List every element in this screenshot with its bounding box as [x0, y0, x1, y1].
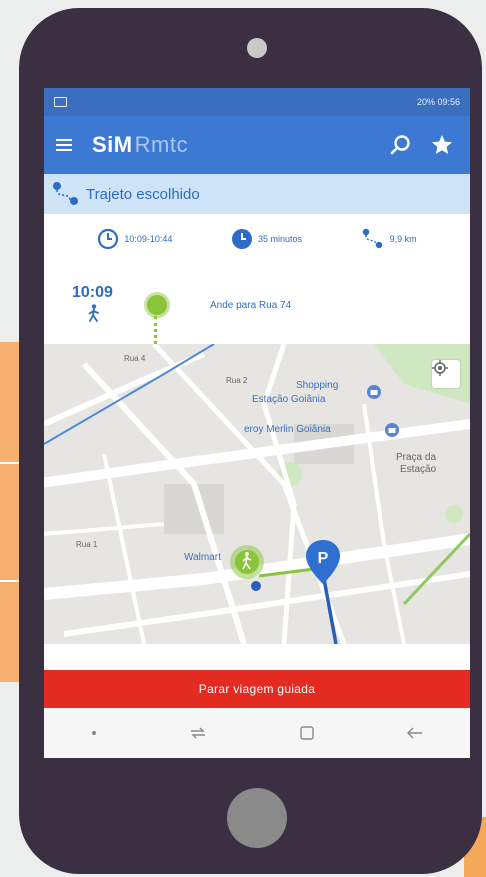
crosshair-icon: [432, 360, 448, 376]
map-label-rua-2: Rua 2: [226, 376, 248, 385]
step-marker: [144, 292, 170, 318]
step-instruction: Ande para Rua 74: [210, 300, 292, 311]
phone-screen: 20% 09:56 SiMRmtc Trajeto escolhido 10:0…: [44, 88, 470, 758]
app-bar: SiMRmtc: [44, 116, 470, 174]
status-bar: 20% 09:56: [44, 88, 470, 116]
route-step[interactable]: 10:09 Ande para Rua 74: [44, 264, 470, 344]
logo-bold: SiM: [92, 132, 133, 157]
map-canvas: [44, 344, 470, 644]
map-label-estacao-goiania: Estação Goiânia: [252, 394, 326, 405]
route-header: Trajeto escolhido: [44, 174, 470, 214]
clock-outline-icon: [98, 228, 119, 250]
menu-icon[interactable]: [56, 139, 72, 151]
app-logo: SiMRmtc: [92, 132, 188, 158]
map-label-praca-1: Praça da: [396, 452, 437, 463]
map-label-rua-1: Rua 1: [76, 540, 98, 549]
stop-button-label: Parar viagem guiada: [198, 682, 316, 696]
current-location-dot: [251, 581, 261, 591]
stat-distance: 9,9 km: [361, 228, 417, 250]
map-label-praca-2: Estação: [400, 464, 437, 475]
star-icon[interactable]: [426, 133, 458, 157]
logo-light: Rmtc: [134, 132, 188, 157]
store-pin-icon: [385, 423, 399, 437]
map-view[interactable]: Shopping Estação Goiânia eroy Merlin Goi…: [44, 344, 470, 644]
map-label-shopping: Shopping: [296, 380, 339, 391]
duration-text: 35 minutos: [257, 234, 303, 244]
time-range-text: 10:09-10:44: [124, 234, 173, 244]
route-stats: 10:09-10:44 35 minutos 9,9 km: [44, 214, 470, 264]
search-icon[interactable]: [384, 134, 416, 156]
phone-camera: [247, 38, 267, 58]
map-label-leroy: eroy Merlin Goiânia: [244, 424, 331, 435]
home-nav-icon[interactable]: [298, 724, 316, 742]
distance-text: 9,9 km: [389, 234, 417, 244]
android-nav-bar: [44, 708, 470, 758]
shopping-pin-icon: [367, 385, 381, 399]
map-label-rua-4: Rua 4: [124, 354, 146, 363]
step-time: 10:09: [72, 284, 113, 301]
map-label-walmart: Walmart: [184, 552, 221, 563]
stop-guided-trip-button[interactable]: Parar viagem guiada: [44, 670, 470, 708]
my-location-button[interactable]: [432, 360, 460, 388]
svg-text:P: P: [318, 550, 329, 567]
step-connector: [154, 316, 160, 344]
walking-position-marker: [230, 545, 264, 579]
stat-time-range: 10:09-10:44: [97, 228, 172, 250]
notification-icon: [54, 97, 67, 107]
route-distance-icon: [362, 228, 382, 249]
route-icon: [53, 182, 78, 205]
route-title: Trajeto escolhido: [86, 185, 200, 203]
nav-dot-icon: [91, 731, 96, 735]
back-icon[interactable]: [405, 725, 425, 741]
status-right: 20% 09:56: [416, 97, 460, 107]
clock-filled-icon: [231, 229, 252, 249]
walk-icon: [88, 304, 99, 322]
stat-duration: 35 minutos: [231, 228, 302, 250]
parking-icon[interactable]: P: [306, 540, 340, 584]
phone-home-button[interactable]: [227, 788, 287, 848]
recent-apps-icon[interactable]: [188, 725, 208, 741]
